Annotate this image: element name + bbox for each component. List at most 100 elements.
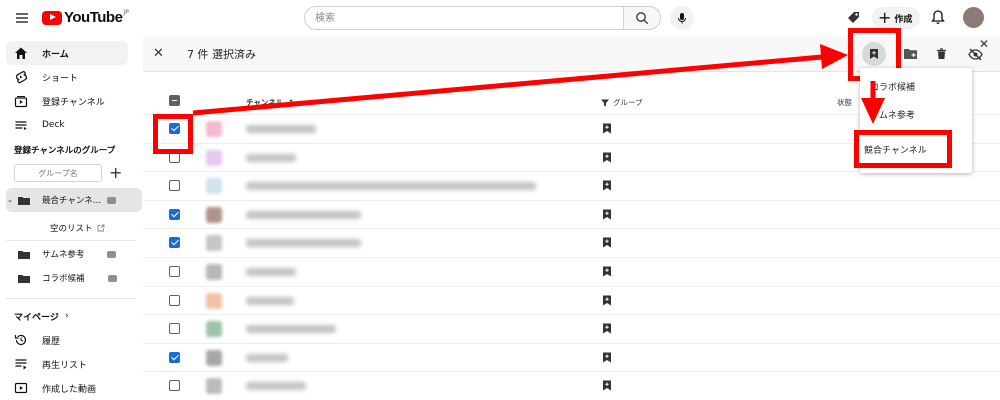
tag-icon[interactable]: [846, 10, 862, 26]
row-checkbox[interactable]: [169, 180, 180, 192]
group-item-thumbnails[interactable]: サムネ参考: [6, 242, 142, 266]
search-icon: [636, 12, 649, 25]
channel-name-blurred: [246, 325, 336, 334]
sidebar-item-playlists[interactable]: 再生リスト: [6, 352, 128, 376]
channel-avatar: [206, 235, 222, 252]
group-label: コラボ候補: [42, 274, 85, 284]
search-box: [304, 6, 661, 30]
select-all-checkbox[interactable]: [169, 95, 180, 106]
bookmark-icon[interactable]: [602, 380, 612, 391]
annotation-highlight-checkbox: [153, 114, 193, 154]
sidebar-item-shorts[interactable]: ショート: [6, 65, 128, 89]
mic-icon: [678, 13, 686, 24]
group-dropdown-menu: コラボ候補 サムネ参考 競合チャンネル: [854, 68, 972, 173]
notifications-icon[interactable]: [930, 9, 946, 25]
close-selection-button[interactable]: ✕: [153, 46, 164, 61]
chevron-right-icon: ›: [64, 311, 69, 321]
column-label: チャンネル: [246, 98, 284, 107]
sidebar-item-label: ホーム: [42, 49, 69, 60]
empty-list-link[interactable]: 空のリスト: [50, 222, 105, 234]
deck-icon: [14, 118, 28, 132]
group-name-input[interactable]: [14, 164, 102, 182]
divider: [6, 298, 136, 299]
sidebar-item-subscriptions[interactable]: 登録チャンネル: [6, 89, 128, 113]
sidebar-item-mypage[interactable]: マイページ ›: [6, 304, 128, 328]
group-label: サムネ参考: [42, 250, 85, 260]
table-row[interactable]: [143, 257, 1000, 286]
channel-name-blurred: [246, 182, 536, 191]
row-checkbox[interactable]: [169, 266, 180, 277]
channel-name-blurred: [246, 239, 361, 248]
subscriptions-icon: [14, 94, 28, 108]
sidebar-item-your-videos[interactable]: 作成した動画: [6, 376, 128, 400]
column-header-channel[interactable]: チャンネル ↑: [246, 97, 294, 108]
group-item-competitors[interactable]: ⌄ 競合チャンネ…: [6, 188, 142, 212]
bookmark-icon[interactable]: [602, 123, 612, 134]
search-input[interactable]: [305, 7, 623, 29]
table-row[interactable]: [143, 314, 1000, 343]
bookmark-icon[interactable]: [602, 237, 612, 248]
youtube-small-icon: [107, 274, 117, 282]
bookmark-icon[interactable]: [602, 266, 612, 277]
menu-icon[interactable]: [12, 8, 32, 28]
bookmark-icon[interactable]: [602, 295, 612, 306]
bookmark-icon[interactable]: [602, 352, 612, 363]
youtube-logo[interactable]: YouTube JP: [42, 9, 129, 26]
delete-button[interactable]: [929, 42, 953, 66]
group-label: 競合チャンネ…: [42, 196, 102, 206]
channel-avatar: [206, 378, 222, 395]
row-checkbox[interactable]: [169, 237, 180, 249]
column-label: グループ: [613, 98, 643, 107]
table-row[interactable]: [143, 371, 1000, 400]
channel-name-blurred: [246, 125, 316, 133]
folder-add-icon: [904, 49, 917, 59]
sidebar-item-home[interactable]: ホーム: [6, 41, 128, 65]
column-header-status[interactable]: 状態: [837, 97, 852, 108]
youtube-small-icon: [107, 250, 117, 258]
table-row[interactable]: [143, 171, 1000, 200]
group-create-row: +: [14, 164, 122, 182]
sidebar-item-label: 登録チャンネル: [42, 97, 105, 108]
avatar[interactable]: [963, 7, 984, 28]
groups-heading: 登録チャンネルのグループ: [14, 146, 116, 156]
bookmark-icon[interactable]: [602, 152, 612, 163]
bookmark-icon[interactable]: [602, 209, 612, 220]
bookmark-icon[interactable]: [602, 323, 612, 334]
youtube-play-icon: [42, 10, 62, 25]
home-icon: [14, 46, 28, 60]
row-checkbox[interactable]: [169, 294, 180, 306]
sidebar-item-history[interactable]: 履歴: [6, 328, 128, 352]
voice-search-button[interactable]: [670, 6, 694, 30]
shorts-icon: [14, 70, 28, 84]
create-button[interactable]: + 作成: [872, 7, 921, 29]
dropdown-item-collab[interactable]: コラボ候補: [870, 80, 915, 93]
move-to-folder-button[interactable]: [899, 42, 923, 66]
filter-icon: [601, 99, 609, 106]
table-row[interactable]: [143, 285, 1000, 315]
row-checkbox[interactable]: [169, 380, 180, 392]
dropdown-item-competitors[interactable]: 競合チャンネル: [854, 130, 952, 168]
sidebar-item-label: 履歴: [42, 336, 61, 347]
bookmark-icon[interactable]: [602, 180, 612, 191]
sidebar-item-label: 作成した動画: [42, 384, 97, 395]
chevron-down-icon[interactable]: ⌄: [6, 196, 14, 204]
folder-icon: [18, 274, 30, 283]
row-checkbox[interactable]: [169, 323, 180, 335]
channel-avatar: [206, 349, 222, 366]
dropdown-item-thumbnails[interactable]: サムネ参考: [870, 108, 915, 121]
channel-name-blurred: [246, 382, 306, 391]
sidebar-item-deck[interactable]: Deck: [6, 113, 128, 137]
search-button[interactable]: [623, 7, 660, 29]
table-row[interactable]: [143, 342, 1000, 372]
close-panel-button[interactable]: ✕: [979, 37, 989, 51]
channel-avatar: [206, 149, 222, 166]
add-group-button[interactable]: +: [109, 165, 122, 181]
playlist-icon: [14, 357, 28, 371]
row-checkbox[interactable]: [169, 351, 180, 363]
table-row[interactable]: [143, 228, 1000, 257]
table-row[interactable]: [143, 199, 1000, 229]
group-item-collab[interactable]: コラボ候補: [6, 266, 142, 290]
row-checkbox[interactable]: [169, 208, 180, 220]
channel-name-blurred: [246, 210, 361, 219]
column-header-group[interactable]: グループ: [601, 97, 643, 108]
